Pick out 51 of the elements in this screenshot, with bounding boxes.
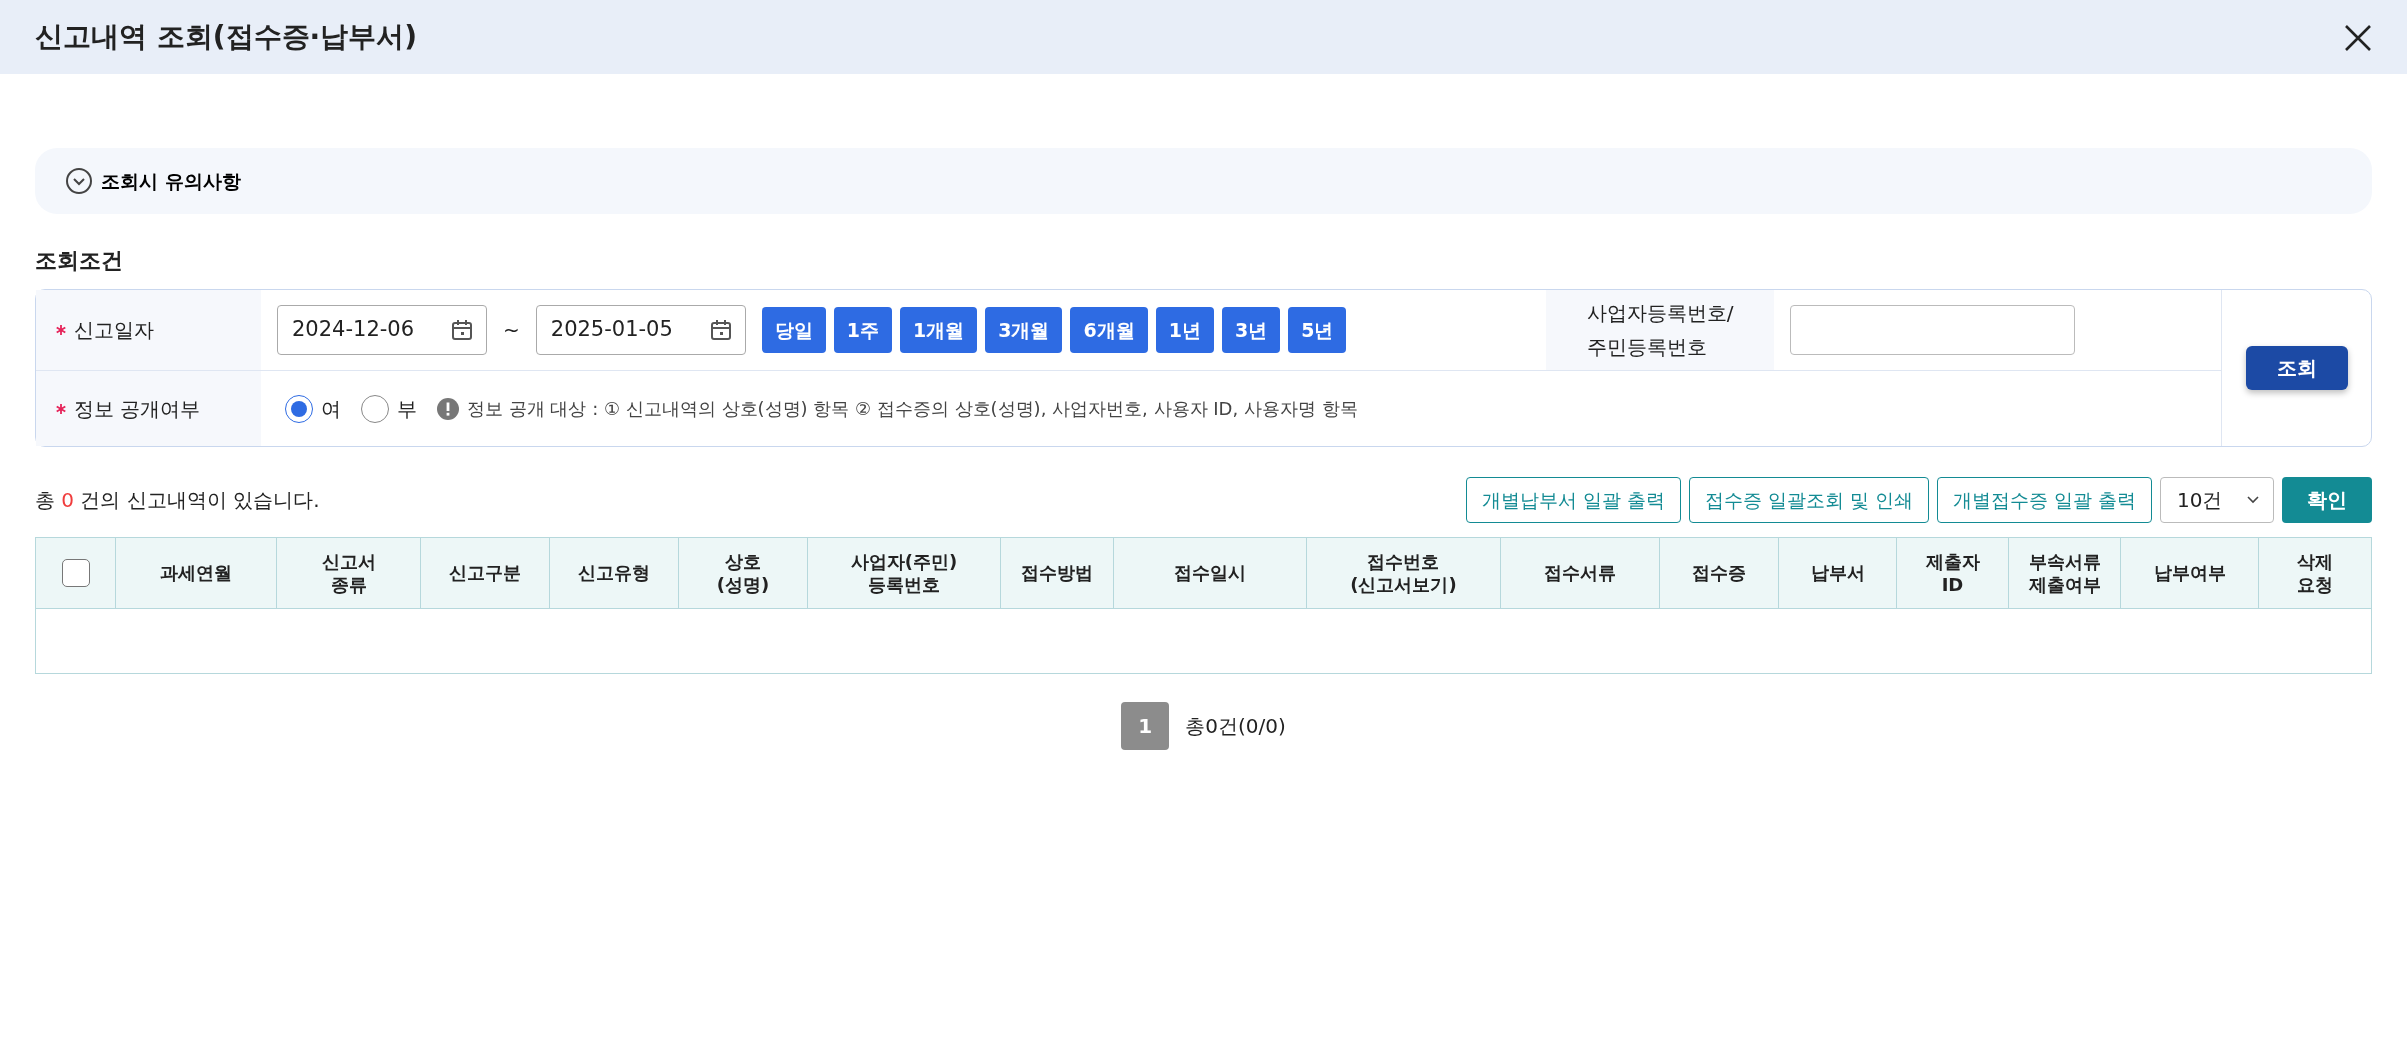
column-header: 상호 (성명) <box>679 538 808 608</box>
period-button[interactable]: 6개월 <box>1070 307 1148 353</box>
column-header: 접수방법 <box>1001 538 1114 608</box>
print-button[interactable]: 개별접수증 일괄 출력 <box>1936 477 2152 523</box>
page-total: 총0건(0/0) <box>1185 713 1286 740</box>
period-button[interactable]: 3개월 <box>985 307 1063 353</box>
result-summary: 총 0 건의 신고내역이 있습니다. <box>35 487 320 514</box>
calendar-icon <box>708 318 733 342</box>
radio-option[interactable]: 부 <box>361 393 417 424</box>
section-title: 조회조건 <box>35 247 124 275</box>
notice-toggle[interactable]: 조회시 유의사항 <box>65 166 241 196</box>
info-note: 정보 공개 대상 : ① 신고내역의 상호(성명) 항목 ② 접수증의 상호(성명), 사업자번호, 사용자 ID, 사용자명 항목 <box>467 397 1358 421</box>
print-button[interactable]: 접수증 일괄조회 및 인쇄 <box>1688 477 1929 523</box>
radio-option[interactable]: 여 <box>285 393 341 424</box>
period-button[interactable]: 3년 <box>1221 307 1281 353</box>
period-button[interactable]: 1년 <box>1155 307 1214 353</box>
column-header: 제출자 ID <box>1897 538 2009 608</box>
window-title: 신고내역 조회(접수증·납부서) <box>35 19 417 55</box>
date-field[interactable]: 2025-01-05 <box>535 305 746 355</box>
column-header: 과세연월 <box>116 538 277 608</box>
column-header: 부속서류 제출여부 <box>2009 538 2121 608</box>
print-button[interactable]: 개별납부서 일괄 출력 <box>1465 477 1681 523</box>
input-field[interactable] <box>1790 305 2075 355</box>
field-label: 정보 공개여부 <box>74 395 201 423</box>
search-button[interactable]: 조회 <box>2245 346 2348 390</box>
exclamation-icon <box>437 397 459 420</box>
select-all-checkbox[interactable] <box>61 559 90 587</box>
calendar-icon <box>450 318 474 342</box>
period-button[interactable]: 1개월 <box>900 307 978 353</box>
range-separator: ~ <box>503 317 520 344</box>
column-header: 신고유형 <box>550 538 679 608</box>
page-button[interactable]: 1 <box>1121 702 1170 750</box>
column-header: 납부서 <box>1779 538 1897 608</box>
column-header: 사업자(주민) 등록번호 <box>808 538 1001 608</box>
column-header: 접수서류 <box>1501 538 1660 608</box>
column-header: 납부여부 <box>2121 538 2259 608</box>
confirm-button[interactable]: 확인 <box>2282 477 2372 523</box>
page-size-select[interactable]: 10건 <box>2160 477 2274 523</box>
period-button[interactable]: 당일 <box>761 307 826 353</box>
column-header: 접수일시 <box>1114 538 1307 608</box>
period-button[interactable]: 1주 <box>833 307 892 353</box>
period-button[interactable]: 5년 <box>1288 307 1347 353</box>
column-header: 신고서 종류 <box>277 538 421 608</box>
chevron-down-icon <box>2247 496 2259 504</box>
column-header: 신고구분 <box>421 538 550 608</box>
column-header: 삭제 요청 <box>2296 549 2334 597</box>
column-header: 접수번호 (신고서보기) <box>1307 538 1501 608</box>
column-header: 접수증 <box>1660 538 1779 608</box>
date-field[interactable]: 2024-12-06 <box>277 305 487 355</box>
field-label: 사업자등록번호/ 주민등록번호 <box>1546 290 1774 370</box>
field-label: 신고일자 <box>74 317 154 344</box>
